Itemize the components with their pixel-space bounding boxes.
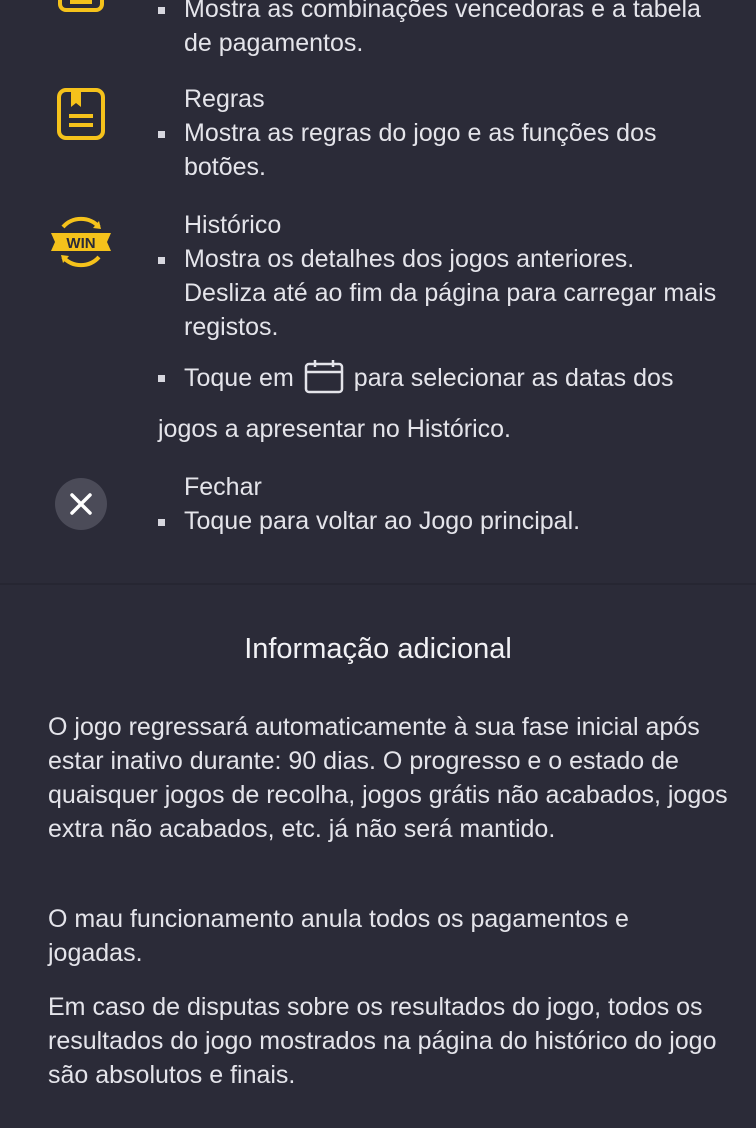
rules-title: Regras	[184, 85, 265, 113]
close-title: Fechar	[184, 473, 262, 501]
rules-icon-slot	[48, 86, 114, 142]
close-icon-slot	[48, 478, 114, 530]
close-bullet: Toque para voltar ao Jogo principal.	[158, 504, 718, 538]
help-icons-section: Mostra as combinações vencedoras e a tab…	[0, 0, 756, 583]
close-button-icon[interactable]	[55, 478, 107, 530]
history-date-text-before: Toque em	[184, 364, 294, 392]
rules-description: Regras Mostra as regras do jogo e as fun…	[158, 82, 718, 184]
close-description: Fechar Toque para voltar ao Jogo princip…	[158, 470, 718, 538]
history-description: Histórico Mostra os detalhes dos jogos a…	[158, 208, 718, 446]
paytable-bullet: Mostra as combinações vencedoras e a tab…	[158, 0, 718, 60]
win-icon-label: WIN	[66, 235, 95, 252]
calendar-icon[interactable]	[304, 360, 344, 394]
history-icon-slot: WIN	[48, 212, 114, 272]
paytable-icon-slot	[48, 0, 114, 18]
history-date-bullet: Toque em para selecionar as datas dos	[158, 360, 718, 395]
additional-info-paragraph-2: O mau funcionamento anula todos os pagam…	[48, 905, 629, 967]
additional-info-paragraph-1: O jogo regressará automaticamente à sua …	[48, 713, 728, 843]
history-title: Histórico	[184, 211, 282, 239]
paytable-icon	[58, 0, 104, 12]
additional-info-paragraph-3: Em caso de disputas sobre os resultados …	[48, 993, 717, 1089]
rules-bullet: Mostra as regras do jogo e as funções do…	[158, 116, 718, 184]
paytable-description: Mostra as combinações vencedoras e a tab…	[158, 0, 718, 60]
rules-icon	[57, 88, 105, 140]
history-bullet: Mostra os detalhes dos jogos anteriores.…	[158, 242, 718, 344]
close-icon	[70, 493, 92, 515]
win-history-icon: WIN	[51, 216, 111, 268]
history-date-bullet-cont: jogos a apresentar no Histórico.	[158, 415, 511, 443]
history-date-text-after: para selecionar as datas dos	[353, 364, 674, 392]
additional-info-title: Informação adicional	[244, 633, 512, 665]
